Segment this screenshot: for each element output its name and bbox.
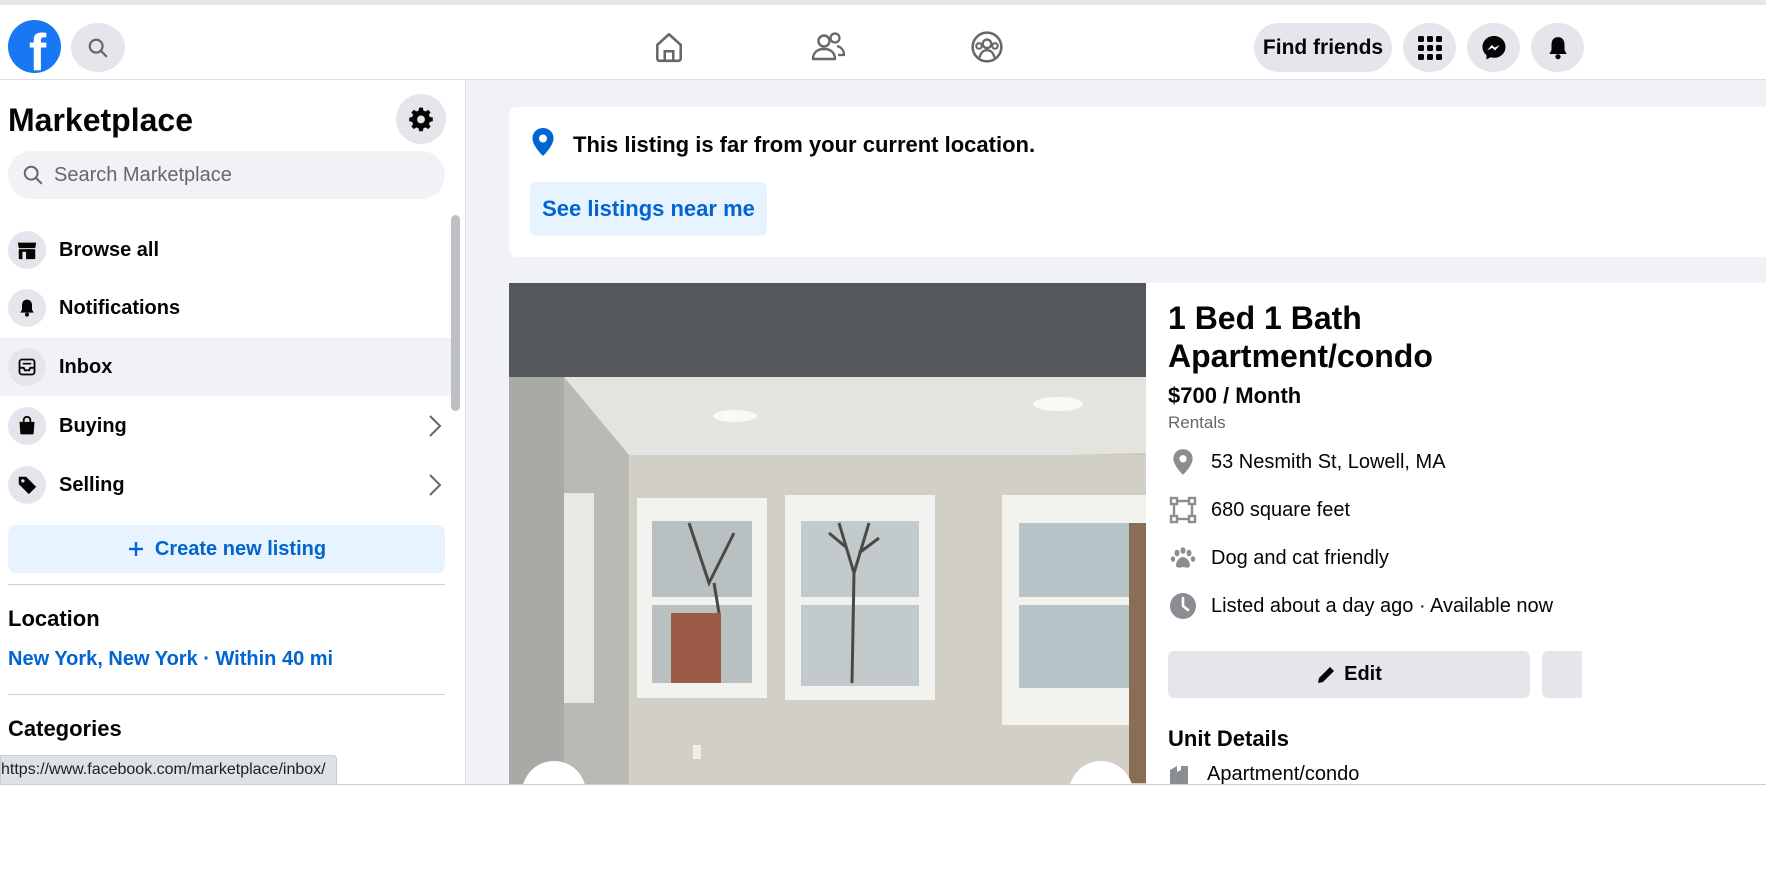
- unit-type-row: Apartment/condo: [1168, 763, 1359, 786]
- listing-category[interactable]: Rentals: [1168, 413, 1226, 433]
- listed-time-row: Listed about a day ago · Available now: [1168, 590, 1553, 622]
- location-notice-card: This listing is far from your current lo…: [509, 107, 1766, 257]
- edit-listing-button[interactable]: Edit: [1168, 651, 1530, 698]
- menu-button[interactable]: [1403, 23, 1456, 72]
- storefront-icon: [8, 231, 46, 269]
- chevron-right-icon: [429, 415, 442, 437]
- room-photo-image: [509, 283, 1146, 784]
- location-pin-icon: [532, 128, 554, 156]
- listing-size: 680 square feet: [1211, 498, 1350, 521]
- clock-icon: [1168, 591, 1198, 621]
- square-footage-icon: [1168, 495, 1198, 525]
- friends-icon: [811, 32, 846, 61]
- create-listing-button[interactable]: Create new listing: [8, 525, 445, 573]
- sidebar-scrollbar[interactable]: [451, 215, 460, 411]
- listing-address: 53 Nesmith St, Lowell, MA: [1211, 450, 1446, 473]
- building-icon: [1170, 765, 1188, 786]
- home-tab[interactable]: [647, 25, 691, 69]
- gear-icon: [409, 107, 433, 132]
- inbox-icon: [8, 348, 46, 386]
- sidebar-item-selling[interactable]: Selling: [0, 456, 452, 514]
- marketplace-search-input[interactable]: [54, 163, 434, 187]
- settings-button[interactable]: [396, 94, 446, 144]
- below-viewport-area: [0, 785, 1766, 884]
- create-listing-label: Create new listing: [154, 537, 327, 560]
- pets-row: Dog and cat friendly: [1168, 542, 1389, 574]
- groups-icon: [971, 31, 1003, 63]
- sidebar-title: Marketplace: [8, 102, 193, 138]
- sidebar-item-inbox[interactable]: Inbox: [0, 338, 452, 396]
- listing-listed-time: Listed about a day ago · Available now: [1211, 594, 1554, 617]
- home-icon: [656, 32, 682, 63]
- sidebar-item-label: Notifications: [59, 296, 181, 319]
- plus-icon: [128, 542, 143, 556]
- search-icon: [88, 38, 108, 57]
- unit-type: Apartment/condo: [1207, 763, 1360, 785]
- top-navbar: f Find friends: [0, 0, 1766, 80]
- pencil-icon: [1318, 666, 1335, 683]
- sidebar-item-notifications[interactable]: Notifications: [0, 279, 452, 337]
- status-bar-url: https://www.facebook.com/marketplace/inb…: [0, 755, 337, 785]
- grid-menu-icon: [1417, 35, 1442, 60]
- messenger-button[interactable]: [1467, 23, 1520, 72]
- search-button[interactable]: [71, 23, 125, 72]
- listing-title: 1 Bed 1 Bath Apartment/condo: [1168, 300, 1433, 374]
- see-listings-near-me-button[interactable]: See listings near me: [530, 182, 767, 236]
- sidebar-divider: [8, 694, 445, 695]
- sidebar-item-label: Inbox: [59, 355, 113, 378]
- far-location-message: This listing is far from your current lo…: [573, 132, 1036, 157]
- facebook-logo[interactable]: f: [8, 20, 61, 73]
- friends-tab[interactable]: [806, 25, 850, 69]
- bell-icon: [8, 289, 46, 327]
- address-row: 53 Nesmith St, Lowell, MA: [1168, 446, 1446, 478]
- price-tag-icon: [8, 466, 46, 504]
- edit-label: Edit: [1344, 663, 1382, 685]
- location-heading: Location: [8, 606, 100, 631]
- categories-heading: Categories: [8, 716, 122, 741]
- listing-details-panel: 1 Bed 1 Bath Apartment/condo $700 / Mont…: [1146, 283, 1766, 786]
- find-friends-button[interactable]: Find friends: [1254, 23, 1392, 72]
- sidebar-item-label: Browse all: [59, 238, 160, 261]
- location-pin-icon: [1168, 447, 1198, 477]
- notifications-button[interactable]: [1531, 23, 1584, 72]
- sidebar-item-label: Buying: [59, 414, 127, 437]
- groups-tab[interactable]: [965, 25, 1009, 69]
- marketplace-search[interactable]: [8, 151, 445, 199]
- size-row: 680 square feet: [1168, 494, 1350, 526]
- listing-pets: Dog and cat friendly: [1211, 546, 1389, 569]
- listing-photo[interactable]: [509, 283, 1146, 784]
- sidebar-divider: [8, 584, 445, 585]
- messenger-icon: [1482, 35, 1505, 59]
- search-icon: [23, 165, 43, 185]
- bell-icon: [1548, 36, 1567, 59]
- location-filter-link[interactable]: New York, New York · Within 40 mi: [8, 648, 333, 671]
- paw-icon: [1168, 543, 1198, 573]
- chevron-right-icon: [429, 474, 442, 496]
- sidebar-item-browse-all[interactable]: Browse all: [0, 221, 452, 279]
- sidebar-item-label: Selling: [59, 473, 125, 496]
- sidebar-item-buying[interactable]: Buying: [0, 397, 452, 455]
- share-listing-button[interactable]: [1542, 651, 1582, 698]
- shopping-bag-icon: [8, 407, 46, 445]
- unit-details-heading: Unit Details: [1168, 726, 1290, 751]
- listing-price: $700 / Month: [1168, 383, 1302, 408]
